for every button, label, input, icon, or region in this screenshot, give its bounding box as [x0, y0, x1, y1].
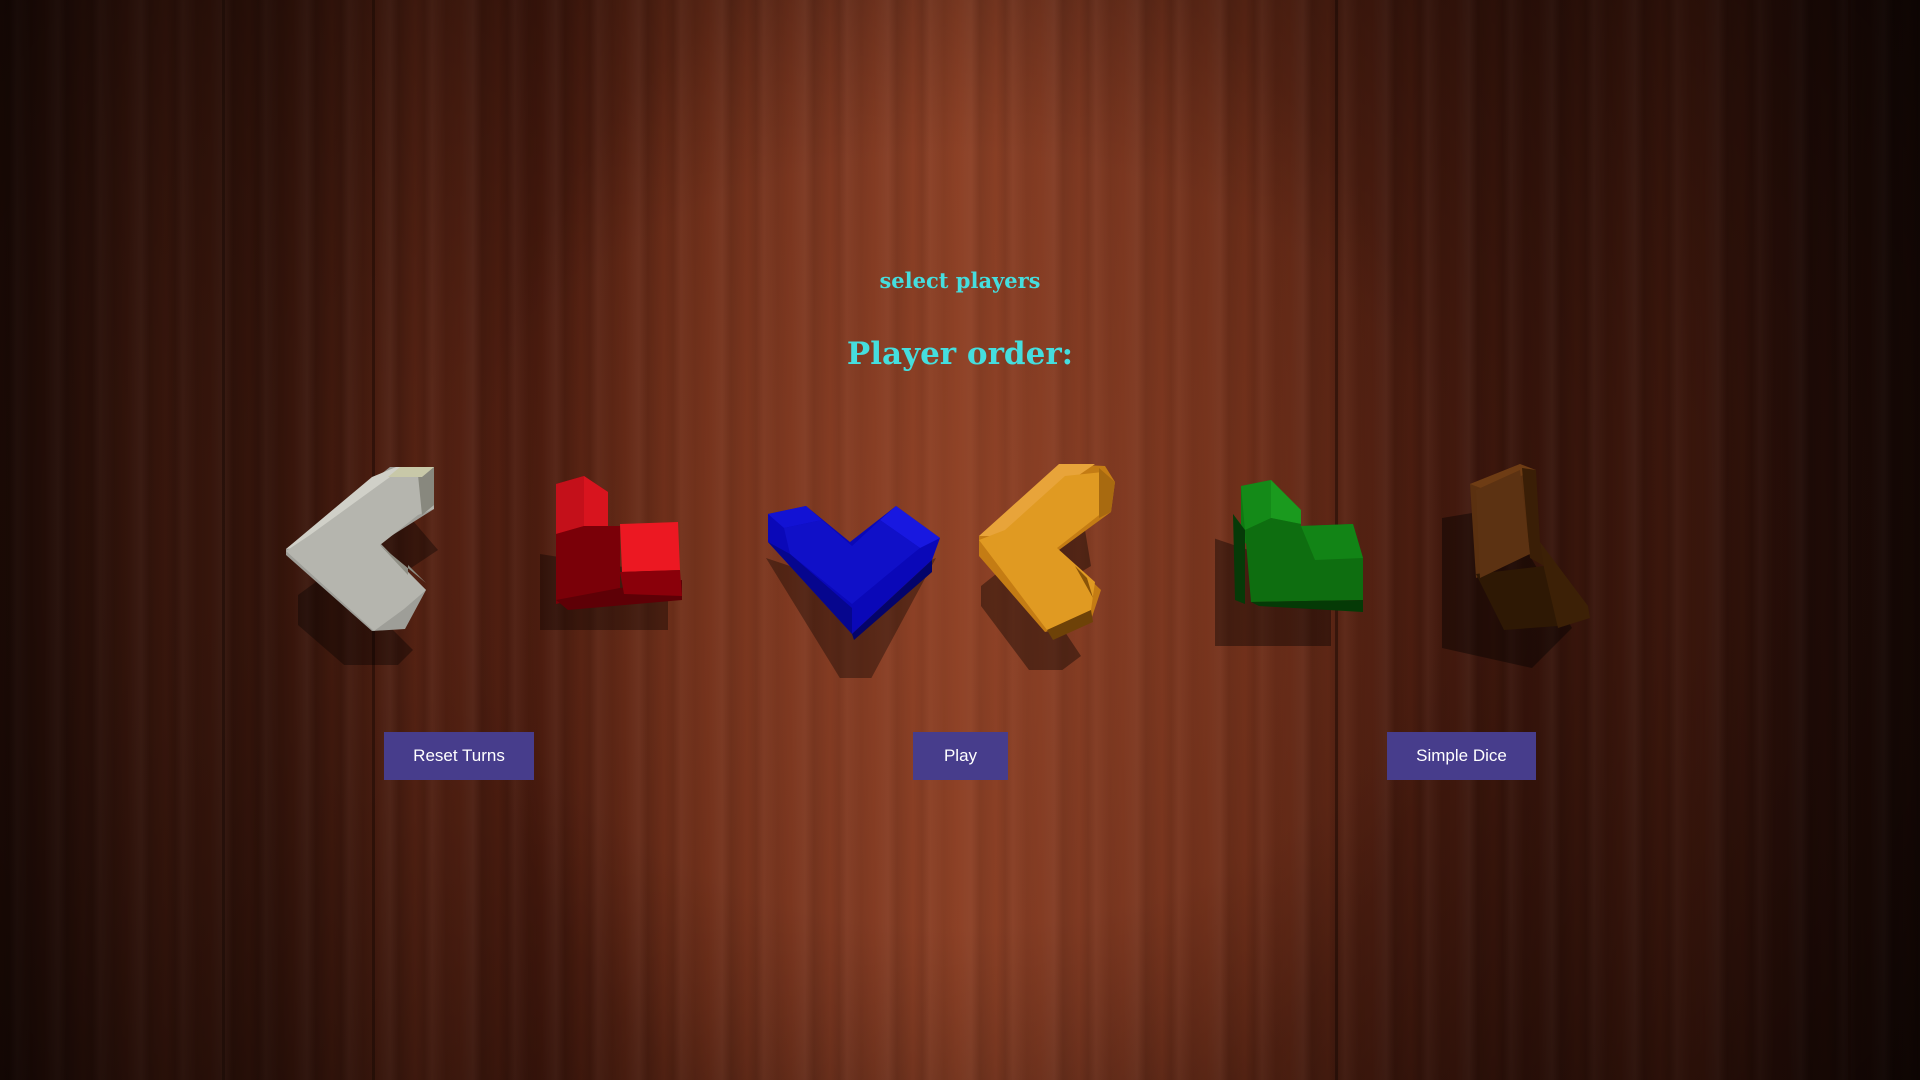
wood-seam — [222, 0, 225, 1080]
red-piece[interactable] — [540, 470, 690, 630]
simple-dice-button[interactable]: Simple Dice — [1387, 732, 1536, 780]
brown-piece[interactable] — [1440, 458, 1600, 668]
reset-turns-button[interactable]: Reset Turns — [384, 732, 534, 780]
select-players-label: select players — [879, 268, 1041, 293]
wood-seam — [1848, 0, 1851, 1080]
white-piece[interactable] — [280, 455, 450, 665]
player-order-title: Player order: — [846, 336, 1074, 372]
blue-piece[interactable] — [760, 498, 950, 678]
green-piece[interactable] — [1215, 478, 1385, 648]
orange-piece[interactable] — [975, 460, 1125, 670]
play-button[interactable]: Play — [913, 732, 1008, 780]
